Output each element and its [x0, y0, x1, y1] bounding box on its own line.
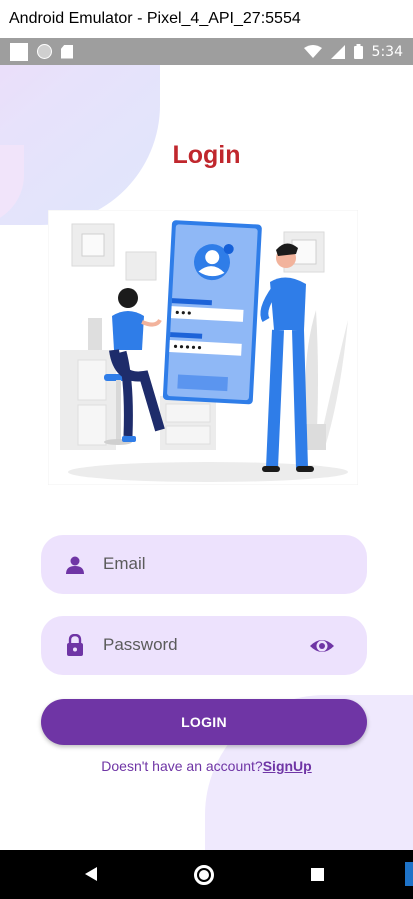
- battery-icon: [353, 44, 363, 59]
- eye-icon[interactable]: [309, 635, 335, 657]
- signup-link[interactable]: SignUp: [263, 758, 312, 774]
- lock-icon: [67, 634, 83, 656]
- login-screen: Login Email Password LOGIN Doesn't have …: [0, 65, 413, 850]
- email-placeholder: Email: [103, 554, 146, 573]
- signup-prompt-row: Doesn't have an account?SignUp: [0, 758, 413, 774]
- android-navigation-bar: [0, 850, 413, 899]
- signal-icon: [330, 44, 345, 59]
- home-icon[interactable]: [194, 865, 214, 885]
- sd-card-icon: [61, 44, 73, 59]
- login-button[interactable]: LOGIN: [41, 699, 367, 745]
- email-field[interactable]: Email: [41, 535, 367, 594]
- status-time: 5:34: [371, 43, 403, 60]
- back-icon[interactable]: [85, 867, 97, 881]
- android-status-bar: 5:34: [0, 38, 413, 65]
- login-illustration: [48, 210, 358, 485]
- wifi-icon: [303, 44, 322, 58]
- password-placeholder: Password: [103, 635, 178, 654]
- page-title: Login: [172, 141, 241, 169]
- password-field[interactable]: Password: [41, 616, 367, 675]
- recents-icon[interactable]: [311, 868, 324, 881]
- person-icon: [66, 556, 84, 574]
- emulator-window-titlebar: Android Emulator - Pixel_4_API_27:5554: [0, 0, 413, 38]
- window-title: Android Emulator - Pixel_4_API_27:5554: [9, 10, 301, 27]
- signup-prompt-text: Doesn't have an account?: [101, 758, 263, 774]
- notification-square-icon: [10, 42, 28, 61]
- emulator-side-tab: [405, 862, 413, 886]
- notification-circle-icon: [37, 44, 52, 59]
